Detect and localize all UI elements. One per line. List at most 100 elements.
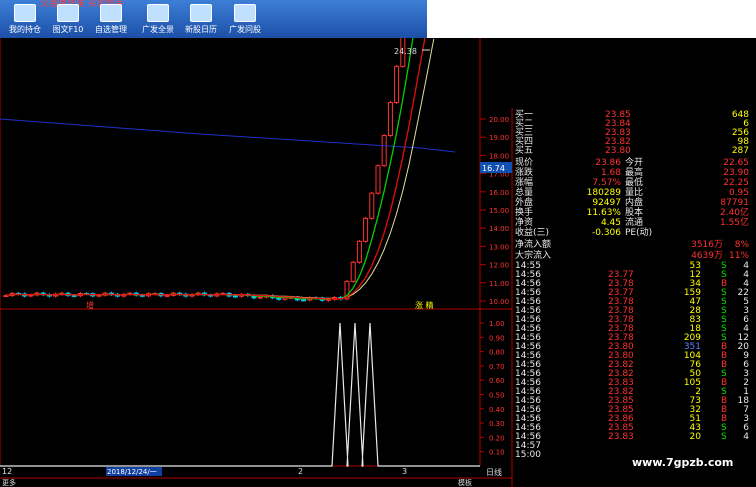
price-tick-label: 14.00 (489, 225, 509, 233)
period-label[interactable]: 日线 (486, 467, 502, 477)
ma30-line (5, 38, 426, 300)
current-price-label: 16.74 (482, 164, 505, 173)
flow-value: 3516万 (691, 240, 723, 250)
stat-value-2: 22.65 (723, 158, 749, 168)
flow-row: 大宗流入 4639万 11% (513, 251, 753, 261)
stat-row: 换手 11.63% 股本 2.40亿 (513, 208, 753, 218)
stat-label-2: 量比 (625, 188, 644, 198)
indicator-tick-label: 0.50 (489, 392, 505, 400)
candle-body (369, 192, 375, 219)
stat-value: 92497 (592, 198, 621, 208)
watchlist-icon (100, 4, 122, 22)
price-tick-label: 12.00 (489, 262, 509, 270)
stat-label: 涨幅 (515, 178, 534, 188)
top-toolbar: 交易单登录 买卖助手 我的持仓 图文F10 自选管理 广发全景 新股日历 广发问… (0, 0, 427, 38)
price-tick-label: 13.00 (489, 243, 509, 251)
stat-value: 23.86 (595, 158, 621, 168)
panorama-button[interactable]: 广发全景 (135, 2, 181, 36)
ma5-line (0, 118, 456, 153)
stat-label-2: 最高 (625, 168, 644, 178)
stat-label: 总量 (515, 188, 534, 198)
stat-label: 换手 (515, 208, 534, 218)
indicator-tick-label: 0.80 (489, 349, 505, 357)
price-tick-label: 15.00 (489, 207, 509, 215)
stat-value: 7.57% (592, 178, 621, 188)
indicator-tick-label: 0.40 (489, 406, 505, 414)
stat-value: 180289 (586, 188, 621, 198)
price-tick-label: 10.00 (489, 298, 509, 306)
indicator-tick-label: 0.10 (489, 449, 505, 457)
stat-row: 总量 180289 量比 0.95 (513, 188, 753, 198)
stat-value: -0.306 (591, 228, 621, 238)
f10-button[interactable]: 图文F10 (45, 2, 91, 36)
ma10-line (5, 38, 435, 300)
stat-label: 涨跌 (515, 168, 534, 178)
stat-value-2: 87791 (720, 198, 749, 208)
stat-value-2: 22.25 (723, 178, 749, 188)
more-button[interactable]: 更多 (2, 478, 16, 487)
candle-body (363, 217, 369, 242)
portfolio-icon (14, 4, 36, 22)
indicator-tick-label: 1.00 (489, 320, 505, 328)
stat-row: 外盘 92497 内盘 87791 (513, 198, 753, 208)
stat-label-2: 内盘 (625, 198, 644, 208)
candle-body (381, 135, 387, 167)
stat-value: 1.68 (600, 168, 621, 178)
ma20-line (5, 38, 414, 300)
annotation-zhangjing: 涨 精 (415, 300, 434, 310)
flow-pct: 8% (734, 240, 749, 250)
price-tick-label: 19.00 (489, 134, 509, 142)
watchlist-button[interactable]: 自选管理 (88, 2, 134, 36)
annotation-zeng: 增 (86, 300, 94, 310)
price-tick-label: 20.00 (489, 116, 509, 124)
candles-group (3, 38, 406, 302)
indicator-tick-label: 0.20 (489, 434, 505, 442)
candle-body (350, 261, 356, 282)
stat-value: 4.45 (600, 218, 621, 228)
indicator-tick-label: 0.90 (489, 334, 505, 342)
x-label-date: 2018/12/24/一 (107, 468, 157, 476)
stat-label: 外盘 (515, 198, 534, 208)
stat-value: 11.63% (586, 208, 621, 218)
candle-body (375, 165, 381, 194)
panorama-icon (147, 4, 169, 22)
stat-value-2: 23.90 (723, 168, 749, 178)
ask-icon (234, 4, 256, 22)
candle-body (257, 296, 263, 299)
candle-body (394, 65, 400, 104)
ipo-calendar-button[interactable]: 新股日历 (178, 2, 224, 36)
indicator-tick-label: 0.60 (489, 377, 505, 385)
ask-stock-button[interactable]: 广发问股 (222, 2, 268, 36)
stat-row: 现价 23.86 今开 22.65 (513, 158, 753, 168)
bid-row: 买五 23.80 287 (513, 146, 753, 156)
high-price-label: 24.38 (394, 47, 417, 56)
f10-icon (57, 4, 79, 22)
candle-body (356, 240, 362, 263)
stat-label-2: 股本 (625, 208, 644, 218)
indicator-axis: 1.00 0.90 0.80 0.70 0.60 0.50 0.40 0.30 0.20 0.10 (480, 320, 505, 457)
my-portfolio-button[interactable]: 我的持仓 (2, 2, 48, 36)
stat-value-2: 2.40亿 (719, 208, 749, 218)
stat-label-2: 流通 (625, 218, 644, 228)
stat-row: 涨跌 1.68 最高 23.90 (513, 168, 753, 178)
indicator-tick-label: 0.70 (489, 363, 505, 371)
stat-label-2: 今开 (625, 158, 644, 168)
tick-time: 15:00 (515, 450, 541, 460)
price-axis: 20.0019.0018.0017.0016.0015.0014.0013.00… (480, 116, 509, 306)
candle-body (232, 295, 238, 298)
bid-label: 买五 (515, 146, 534, 156)
bid-volume: 287 (731, 146, 749, 156)
stat-value-2: 0.95 (728, 188, 749, 198)
stat-row: 收益(三) -0.306 PE(动) (513, 228, 753, 238)
flow-label: 净流入额 (515, 240, 552, 250)
price-tick-label: 16.00 (489, 189, 509, 197)
template-button[interactable]: 模板 (458, 478, 472, 487)
x-label-12: 12 (2, 467, 12, 476)
calendar-icon (190, 4, 212, 22)
x-label-2: 2 (298, 467, 303, 476)
candle-body (301, 299, 307, 302)
stat-label-2: PE(动) (625, 228, 653, 238)
candle-body (387, 102, 393, 137)
flow-label: 大宗流入 (515, 251, 552, 261)
flow-pct: 11% (728, 251, 749, 261)
